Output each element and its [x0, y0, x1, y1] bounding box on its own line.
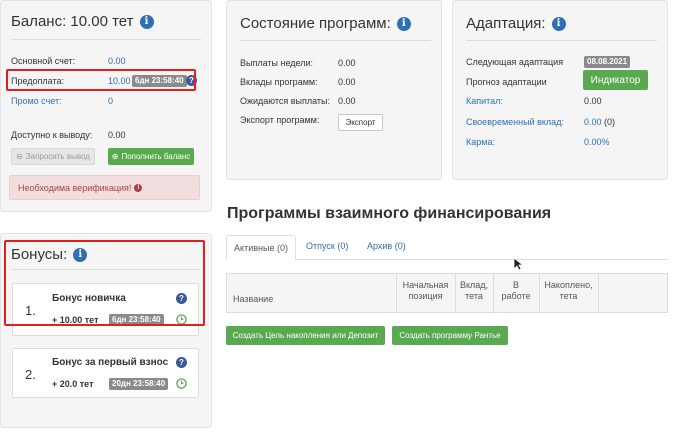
next-adaptation-date-badge: 08.08.2021 [584, 56, 631, 68]
column-saved: Накоплено, тета [540, 280, 597, 302]
info-icon[interactable]: i [396, 16, 411, 31]
column-name: Название [233, 294, 274, 304]
adaptation-title: Адаптация: i [466, 15, 566, 32]
column-work-line1: В [512, 280, 519, 290]
timely-deposit-value: 0.00 (0) [584, 117, 615, 127]
column-deposit: Вклад, тета [456, 280, 492, 302]
bonus-title: Бонус за первый взнос [52, 357, 169, 368]
indicator-button[interactable]: Индикатор [583, 70, 648, 90]
weekly-payouts-value: 0.00 [338, 58, 356, 68]
balance-title: Баланс: 10.00 тет i [11, 13, 154, 30]
karma-value: 0.00% [584, 137, 610, 147]
topup-button-label: Пополнить баланс [121, 152, 191, 161]
verification-alert[interactable]: Необходима верификация! ! [9, 175, 200, 200]
expected-payouts-label: Ожидаются выплаты: [240, 96, 331, 106]
mouse-cursor-icon [513, 257, 524, 271]
main-account-value: 0.00 [108, 56, 126, 66]
tab-active[interactable]: Активные (0) [226, 235, 296, 260]
next-adaptation-label: Следующая адаптация [466, 57, 564, 67]
withdraw-button-label: Запросить вывод [25, 152, 90, 161]
bonus-timer-badge: 20дн 23:58:40 [109, 378, 169, 390]
warning-icon: ! [134, 183, 143, 192]
capital-value: 0.00 [584, 96, 602, 106]
timely-deposit-amount: 0.00 [584, 117, 602, 127]
tab-archive[interactable]: Архив (0) [367, 241, 406, 251]
column-saved-line2: тета [559, 291, 578, 301]
adaptation-title-text: Адаптация: [466, 15, 546, 32]
tab-vacation[interactable]: Отпуск (0) [306, 241, 348, 251]
help-icon[interactable]: ? [176, 357, 187, 368]
balance-panel: Баланс: 10.00 тет i Основной счет: 0.00 … [0, 0, 212, 212]
column-saved-line1: Накоплено, [544, 280, 593, 290]
divider [240, 40, 431, 41]
program-deposits-value: 0.00 [338, 77, 356, 87]
programs-table-header: Название Начальная позиция Вклад, тета В… [226, 273, 668, 313]
weekly-payouts-label: Выплаты недели: [240, 58, 314, 68]
column-deposit-line1: Вклад, [459, 280, 489, 290]
available-value: 0.00 [108, 130, 126, 140]
plus-circle-icon: ⊕ [111, 152, 119, 161]
column-start-line1: Начальная [402, 280, 449, 290]
programs-state-title-text: Состояние программ: [240, 15, 391, 32]
mutual-financing-title: Программы взаимного финансирования [227, 205, 552, 222]
column-start-line2: позиция [408, 291, 443, 301]
timely-deposit-count: (0) [604, 117, 616, 127]
info-icon[interactable]: i [551, 16, 566, 31]
bonuses-highlight [4, 240, 205, 326]
timely-deposit-link[interactable]: Своевременный вклад: [466, 117, 564, 127]
prepayment-highlight [6, 69, 196, 91]
programs-state-panel: Состояние программ: i Выплаты недели: 0.… [226, 0, 442, 180]
divider [11, 39, 201, 40]
minus-circle-icon: ⊖ [16, 152, 23, 161]
indicator-button-label: Индикатор [590, 74, 641, 86]
verification-text: Необходима верификация! [18, 182, 132, 193]
create-goal-button-label: Создать Цель накопления или Депозит [232, 331, 379, 340]
create-goal-button[interactable]: Создать Цель накопления или Депозит [226, 326, 385, 345]
export-button[interactable]: Экспорт [338, 114, 383, 131]
export-label: Экспорт программ: [240, 115, 320, 125]
tab-active-label: Активные (0) [234, 242, 288, 253]
column-work-line2: работе [501, 291, 531, 301]
balance-title-text: Баланс: 10.00 тет [11, 13, 134, 30]
divider [466, 40, 657, 41]
export-button-label: Экспорт [345, 118, 376, 127]
available-label: Доступно к выводу: [11, 130, 93, 140]
create-rentier-button[interactable]: Создать программу Рантье [392, 326, 508, 345]
programs-state-title: Состояние программ: i [240, 15, 411, 32]
capital-link[interactable]: Капитал: [466, 96, 503, 106]
bonus-amount: + 20.0 тет [52, 379, 94, 389]
column-in-work: В работе [494, 280, 538, 302]
create-rentier-button-label: Создать программу Рантье [399, 331, 501, 340]
forecast-label: Прогноз адаптации [466, 77, 547, 87]
promo-account-link[interactable]: Промо счет: [11, 96, 62, 106]
bonus-card: 2. Бонус за первый взнос + 20.0 тет 20дн… [12, 348, 199, 398]
clock-icon [176, 378, 187, 389]
promo-account-value: 0 [108, 96, 114, 106]
column-separator [598, 274, 599, 312]
karma-link[interactable]: Карма: [466, 137, 495, 147]
column-start-position: Начальная позиция [397, 280, 454, 302]
bonus-number: 2. [25, 367, 36, 382]
adaptation-panel: Адаптация: i Следующая адаптация 08.08.2… [452, 0, 668, 180]
withdraw-button[interactable]: ⊖ Запросить вывод [11, 148, 95, 165]
main-account-label: Основной счет: [11, 56, 76, 66]
program-deposits-label: Вклады программ: [240, 77, 318, 87]
info-icon[interactable]: i [139, 14, 154, 29]
expected-payouts-value: 0.00 [338, 96, 356, 106]
column-deposit-line2: тета [465, 291, 483, 301]
topup-button[interactable]: ⊕ Пополнить баланс [108, 148, 194, 165]
